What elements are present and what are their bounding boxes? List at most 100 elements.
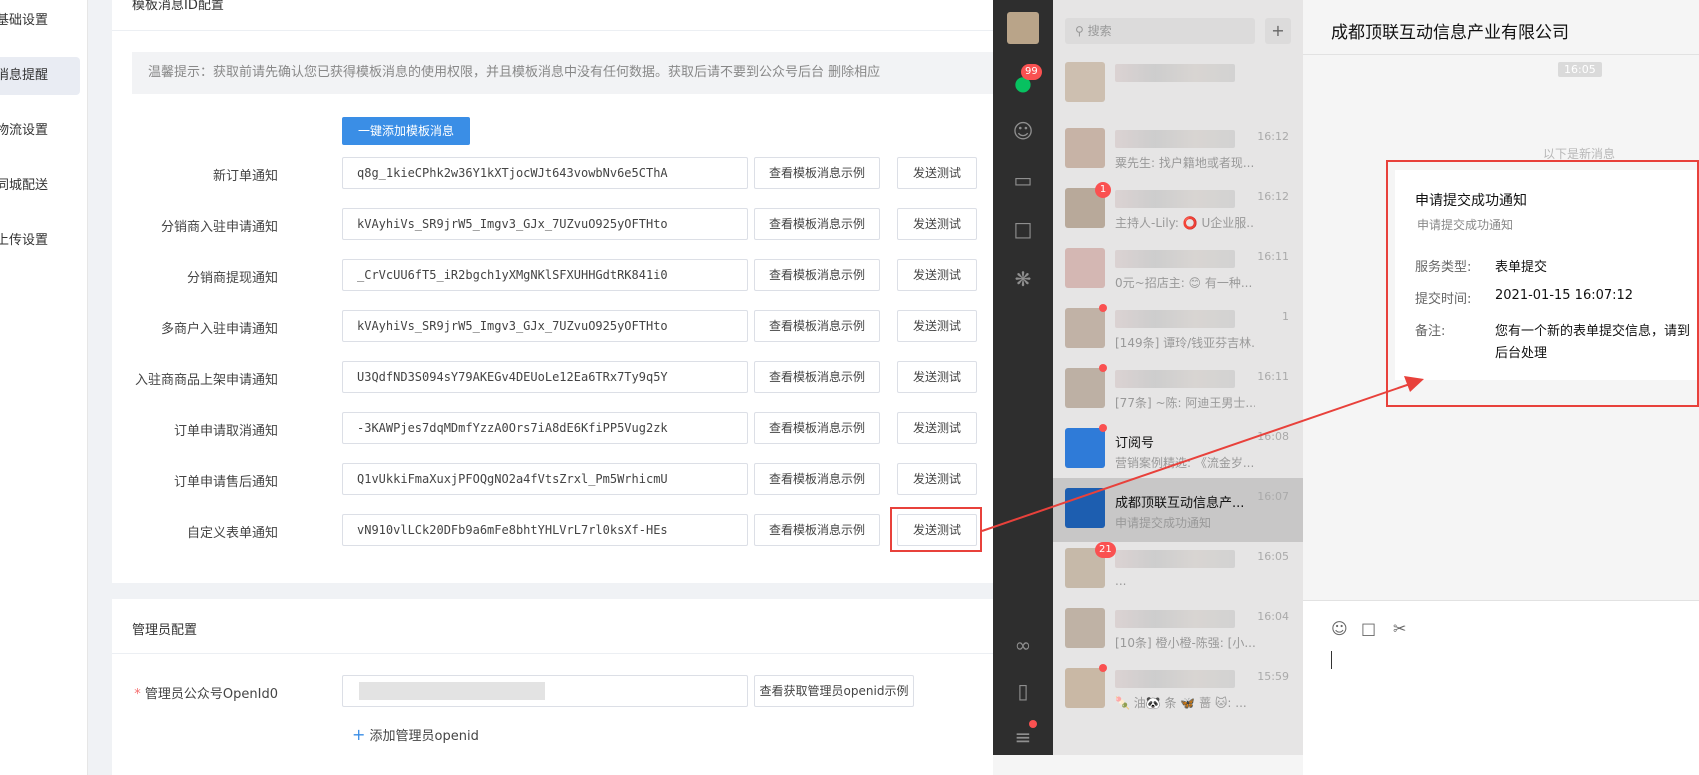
- template-id-input[interactable]: -3KAWPjes7dqMDmfYzzA0Ors7iA8dE6KfiPP5Vug…: [342, 412, 748, 444]
- openid-label-text: 管理员公众号OpenId0: [144, 687, 278, 702]
- conversation-preview: 主持人-Lily: ⭕ U企业服...: [1115, 216, 1255, 230]
- send-test-button[interactable]: 发送测试: [897, 208, 977, 240]
- folder-icon[interactable]: □: [1361, 619, 1376, 638]
- conversation-time: 1: [1282, 310, 1289, 323]
- tip-banner: 温馨提示：获取前请先确认您已获得模板消息的使用权限，并且模板消息中没有任何数据。…: [132, 52, 996, 94]
- avatar: [1065, 308, 1105, 348]
- openid-input[interactable]: [342, 675, 748, 707]
- chat-input-area[interactable]: ☺ □ ✂: [1303, 600, 1699, 775]
- add-template-button[interactable]: 一键添加模板消息: [342, 117, 470, 145]
- conversation-item[interactable]: [149条] 谭玲/钱亚芬吉林... 1: [1053, 298, 1303, 362]
- send-test-button[interactable]: 发送测试: [897, 412, 977, 444]
- conversation-item[interactable]: [1053, 52, 1303, 116]
- conversation-item[interactable]: 粟先生: 找户籍地或者现... 16:12: [1053, 118, 1303, 182]
- divider: [112, 653, 996, 654]
- send-test-button[interactable]: 发送测试: [897, 361, 977, 393]
- avatar[interactable]: [1007, 12, 1039, 44]
- plus-icon: +: [352, 725, 366, 744]
- openid-example-button[interactable]: 查看获取管理员openid示例: [754, 675, 914, 707]
- template-id-input[interactable]: kVAyhiVs_SR9jrW5_Imgv3_GJx_7UZvuO925yOFT…: [342, 208, 748, 240]
- template-id-input[interactable]: Q1vUkkiFmaXuxjPFOQgNO2a4fVtsZrxl_Pm5Wrhi…: [342, 463, 748, 495]
- template-id-input[interactable]: _CrVcUU6fT5_iR2bgch1yXMgNKlSFXUHHGdtRK84…: [342, 259, 748, 291]
- template-id-input[interactable]: vN910vlLCk20DFb9a6mFe8bhtYHLVrL7rl0ksXf-…: [342, 514, 748, 546]
- conversation-item[interactable]: [10条] 橙小橙-陈强: [小... 16:04: [1053, 598, 1303, 662]
- conversation-preview: 营销案例精选: 《流金岁...: [1115, 456, 1255, 470]
- annotation-box-message: [1386, 160, 1699, 407]
- annotation-box-send: [890, 507, 982, 552]
- sidebar-item-message[interactable]: 消息提醒: [0, 57, 80, 95]
- avatar: [1065, 668, 1105, 708]
- row-label: 多商户入驻申请通知: [160, 322, 278, 337]
- row-label: 分销商入驻申请通知: [160, 220, 278, 235]
- blurred-value: [359, 682, 545, 700]
- template-id-input[interactable]: kVAyhiVs_SR9jrW5_Imgv3_GJx_7UZvuO925yOFT…: [342, 310, 748, 342]
- conversation-time: 16:04: [1257, 610, 1289, 623]
- sidebar-item-basic[interactable]: 基础设置: [0, 2, 80, 40]
- template-id-input[interactable]: U3QdfND3S094sY79AKEGv4DEUoLe12Ea6TRx7Ty9…: [342, 361, 748, 393]
- blurred-name: [1115, 370, 1235, 388]
- conversation-item[interactable]: 0元~招店主: 😊 有一种... 16:11: [1053, 238, 1303, 302]
- add-openid-link[interactable]: + 添加管理员openid: [352, 725, 479, 744]
- view-example-button[interactable]: 查看模板消息示例: [754, 412, 880, 444]
- view-example-button[interactable]: 查看模板消息示例: [754, 463, 880, 495]
- sidebar-item-label: 上传设置: [0, 233, 48, 248]
- send-test-button[interactable]: 发送测试: [897, 310, 977, 342]
- view-example-button[interactable]: 查看模板消息示例: [754, 208, 880, 240]
- view-example-button[interactable]: 查看模板消息示例: [754, 259, 880, 291]
- sidebar-item-label: 同城配送: [0, 178, 48, 193]
- conversation-time: 16:11: [1257, 250, 1289, 263]
- template-id-input[interactable]: q8g_1kieCPhk2w36Y1kXTjocWJt643vowbNv6e5C…: [342, 157, 748, 189]
- text-cursor: [1331, 651, 1332, 669]
- view-example-button[interactable]: 查看模板消息示例: [754, 310, 880, 342]
- conversation-preview: [10条] 橙小橙-陈强: [小...: [1115, 636, 1255, 650]
- search-input[interactable]: ⚲ 搜索: [1065, 18, 1255, 44]
- contacts-icon[interactable]: ☺: [1008, 116, 1038, 146]
- conversation-item[interactable]: 成都顶联互动信息产... 申请提交成功通知 16:07: [1053, 478, 1303, 542]
- divider: [1303, 54, 1699, 55]
- avatar: [1065, 488, 1105, 528]
- blurred-name: [1115, 250, 1235, 268]
- conversation-item[interactable]: [77条] ~陈: 阿迪王男士... 16:11: [1053, 358, 1303, 422]
- blurred-name: [1115, 550, 1235, 568]
- conversation-item[interactable]: ... 16:05 21: [1053, 538, 1303, 602]
- menu-dot: [1029, 720, 1037, 728]
- box-icon[interactable]: ▭: [1008, 165, 1038, 195]
- scissors-icon[interactable]: ✂: [1393, 619, 1406, 638]
- sidebar-item-logistics[interactable]: 物流设置: [0, 112, 80, 150]
- chat-title: 成都顶联互动信息产业有限公司: [1331, 23, 1569, 43]
- send-test-button[interactable]: 发送测试: [897, 463, 977, 495]
- conversation-preview: [149条] 谭玲/钱亚芬吉林...: [1115, 336, 1255, 350]
- link-icon[interactable]: ∞: [1008, 630, 1038, 660]
- send-test-button[interactable]: 发送测试: [897, 157, 977, 189]
- row-label: 自定义表单通知: [186, 526, 278, 541]
- sidebar-item-delivery[interactable]: 同城配送: [0, 167, 80, 205]
- row-label: 分销商提现通知: [186, 271, 278, 286]
- blurred-name: [1115, 130, 1235, 148]
- sidebar-item-upload[interactable]: 上传设置: [0, 222, 80, 260]
- conversation-preview: 🍡 油🐼 条 🦋 蔷 🐱: ...: [1115, 696, 1247, 710]
- folder-icon[interactable]: □: [1008, 214, 1038, 244]
- unread-badge: 1: [1095, 182, 1111, 198]
- conversation-item[interactable]: 主持人-Lily: ⭕ U企业服... 16:12 1: [1053, 178, 1303, 242]
- view-example-button[interactable]: 查看模板消息示例: [754, 514, 880, 546]
- conversation-time: 16:11: [1257, 370, 1289, 383]
- send-test-button[interactable]: 发送测试: [897, 259, 977, 291]
- divider: [112, 30, 996, 31]
- unread-badge: 21: [1095, 542, 1116, 558]
- conversation-name: 成都顶联互动信息产...: [1115, 496, 1245, 511]
- settings-icon[interactable]: ❋: [1008, 264, 1038, 294]
- avatar: [1065, 368, 1105, 408]
- add-chat-button[interactable]: +: [1265, 18, 1291, 44]
- view-example-button[interactable]: 查看模板消息示例: [754, 361, 880, 393]
- emoji-icon[interactable]: ☺: [1331, 619, 1348, 638]
- avatar: [1065, 128, 1105, 168]
- admin-sidebar: 基础设置 消息提醒 物流设置 同城配送 上传设置: [0, 0, 88, 775]
- unread-dot: [1099, 664, 1107, 672]
- view-example-button[interactable]: 查看模板消息示例: [754, 157, 880, 189]
- conversation-item[interactable]: 🍡 油🐼 条 🦋 蔷 🐱: ... 15:59: [1053, 658, 1303, 722]
- phone-icon[interactable]: ▯: [1008, 676, 1038, 706]
- search-icon: ⚲: [1075, 24, 1084, 38]
- conversation-item[interactable]: 订阅号 营销案例精选: 《流金岁... 16:08: [1053, 418, 1303, 482]
- time-stamp: 16:05: [1558, 62, 1602, 77]
- conversation-preview: 0元~招店主: 😊 有一种...: [1115, 276, 1253, 290]
